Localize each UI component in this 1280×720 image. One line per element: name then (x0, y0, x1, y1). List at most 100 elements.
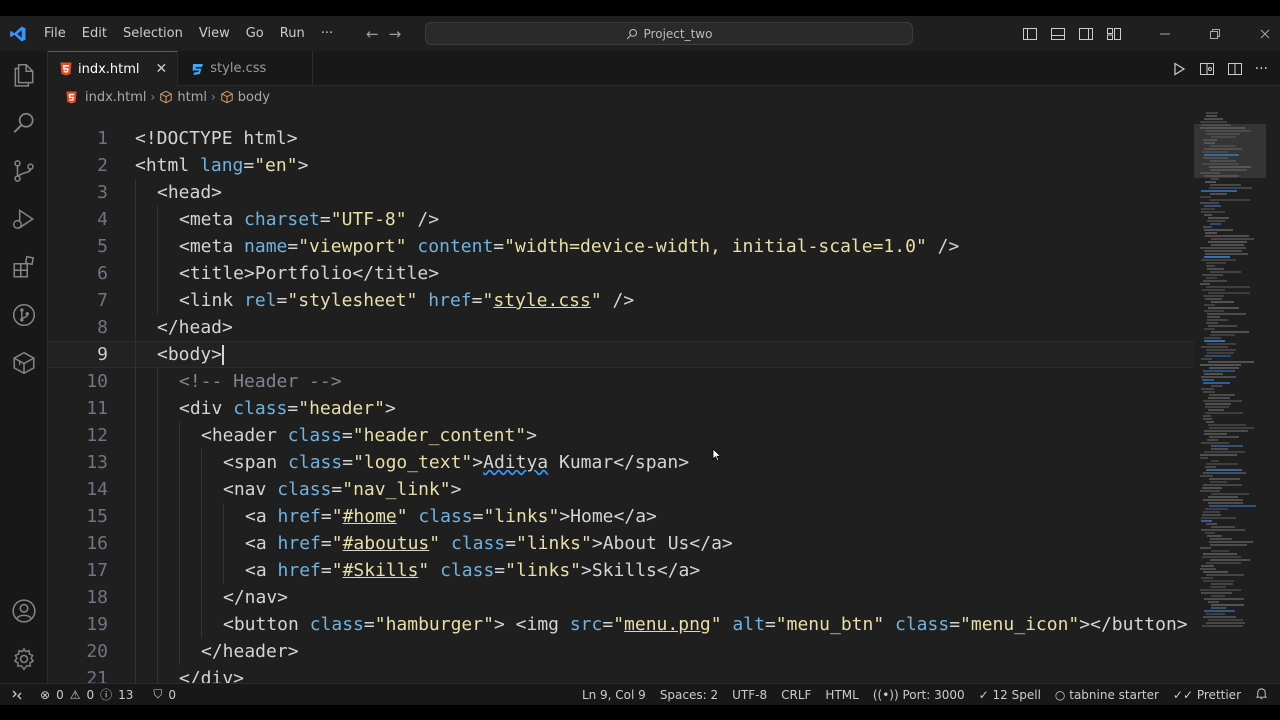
remote-indicator[interactable] (0, 684, 34, 706)
code-line[interactable]: 8 </head> (48, 314, 1194, 341)
menu-view[interactable]: View (191, 16, 238, 51)
code-line[interactable]: 20 </header> (48, 638, 1194, 665)
code-line[interactable]: 10 <!-- Header --> (48, 368, 1194, 395)
info-count[interactable]: 13 (118, 688, 133, 702)
attr-token: class (222, 398, 288, 419)
toggle-sidebar-icon[interactable] (1022, 26, 1038, 42)
encoding[interactable]: UTF-8 (732, 688, 767, 702)
restore-icon[interactable] (1208, 27, 1222, 41)
search-sidebar-icon[interactable] (0, 99, 48, 147)
code-line[interactable]: 12 <header class="header_content"> (48, 422, 1194, 449)
tab-style-css[interactable]: style.css (178, 51, 314, 86)
code-line[interactable]: 7 <link rel="stylesheet" href="style.css… (48, 287, 1194, 314)
account-icon[interactable] (0, 587, 48, 635)
link-token[interactable]: menu.png (624, 614, 711, 635)
error-count[interactable]: 0 (56, 688, 64, 702)
tag-token: </a> (656, 560, 701, 581)
code-line[interactable]: 11 <div class="header"> (48, 395, 1194, 422)
code-line[interactable]: 18 </nav> (48, 584, 1194, 611)
menu-file[interactable]: File (36, 16, 74, 51)
link-token[interactable]: #aboutus (343, 533, 430, 554)
code-line[interactable]: 4 <meta charset="UTF-8" /> (48, 206, 1194, 233)
punct-token: = (494, 560, 506, 581)
minimize-icon[interactable] (1158, 27, 1172, 41)
minimap[interactable] (1194, 108, 1280, 683)
code-line[interactable]: 16 <a href="#aboutus" class="links">Abou… (48, 530, 1194, 557)
package-icon[interactable] (0, 339, 48, 387)
punct-token: = (320, 560, 332, 581)
code-line[interactable]: 2 <html lang="en"> (48, 152, 1194, 179)
breadcrumb-body[interactable]: body (238, 90, 270, 105)
code-line[interactable]: 17 <a href="#Skills" class="links">Skill… (48, 557, 1194, 584)
toggle-secondary-sidebar-icon[interactable] (1078, 26, 1094, 42)
spell-checker[interactable]: ✓ 12 Spell (979, 688, 1041, 702)
tabnine-status[interactable]: ○ tabnine starter (1055, 688, 1159, 702)
link-token[interactable]: #Skills (343, 560, 419, 581)
menu-more[interactable]: ··· (313, 16, 341, 51)
minimap-line (1210, 145, 1236, 147)
ports-count[interactable]: 0 (168, 688, 176, 702)
breadcrumb-file[interactable]: indx.html (85, 90, 147, 105)
notifications-bell-icon[interactable] (1255, 687, 1268, 703)
toggle-panel-icon[interactable] (1050, 26, 1066, 42)
line-ending[interactable]: CRLF (781, 688, 811, 702)
link-token[interactable]: style.css (493, 290, 591, 311)
tag-token: <a (245, 533, 267, 554)
code-line-current[interactable]: 9 <body> (48, 341, 1194, 369)
tag-token: > (493, 614, 516, 635)
prettier-status[interactable]: ✓✓ Prettier (1173, 688, 1241, 702)
code-line[interactable]: 3 <head> (48, 179, 1194, 206)
extensions-icon[interactable] (0, 243, 48, 291)
menu-go[interactable]: Go (238, 16, 272, 51)
tab-indx-html[interactable]: indx.html ✕ (48, 51, 179, 86)
link-token[interactable]: #home (343, 506, 397, 527)
minimap-line (1206, 349, 1236, 351)
close-window-icon[interactable] (1258, 27, 1272, 41)
code-line[interactable]: 6 <title>Portfolio</title> (48, 260, 1194, 287)
code-line[interactable]: 21 </div> (48, 665, 1194, 683)
minimap-line (1209, 436, 1239, 438)
command-center-search[interactable]: Project_two (425, 22, 913, 45)
code-line[interactable]: 14 <nav class="nav_link"> (48, 476, 1194, 503)
minimap-line (1203, 580, 1234, 582)
code-line[interactable]: 13 <span class="logo_text">Aditya Kumar<… (48, 449, 1194, 476)
menu-run[interactable]: Run (272, 16, 313, 51)
split-editor-icon[interactable] (1227, 61, 1243, 77)
code-line[interactable]: 1 <!DOCTYPE html> (48, 125, 1194, 152)
tag-token: </head> (157, 317, 233, 338)
more-actions-icon[interactable]: ··· (1255, 61, 1268, 77)
language-mode[interactable]: HTML (825, 688, 858, 702)
explorer-icon[interactable] (0, 51, 48, 99)
tag-token: <img (515, 614, 559, 635)
indentation[interactable]: Spaces: 2 (660, 688, 718, 702)
minimap-line (1210, 160, 1236, 162)
code-line[interactable]: 15 <a href="#home" class="links">Home</a… (48, 503, 1194, 530)
code-line[interactable]: 5 <meta name="viewport" content="width=d… (48, 233, 1194, 260)
code-editor[interactable]: 1 <!DOCTYPE html> 2 <html lang="en"> 3 <… (48, 108, 1194, 683)
code-line[interactable]: 19 <button class="hamburger"> <img src="… (48, 611, 1194, 638)
live-server-port[interactable]: ((•)) Port: 3000 (873, 688, 965, 702)
breadcrumb-html[interactable]: html (177, 90, 207, 105)
source-control-icon[interactable] (0, 147, 48, 195)
git-graph-icon[interactable] (0, 291, 48, 339)
spell-warning-token[interactable]: Aditya (483, 452, 548, 473)
back-arrow-icon[interactable]: ← (366, 25, 379, 43)
line-number: 8 (97, 317, 108, 338)
settings-gear-icon[interactable] (0, 635, 48, 683)
customize-layout-icon[interactable] (1106, 26, 1122, 42)
punct-token: = (472, 506, 484, 527)
run-debug-icon[interactable] (0, 195, 48, 243)
minimap-line (1204, 214, 1212, 216)
minimap-line (1207, 352, 1234, 354)
close-tab-icon[interactable]: ✕ (156, 61, 168, 77)
warning-count[interactable]: 0 (86, 688, 94, 702)
run-file-icon[interactable] (1171, 61, 1187, 77)
text-token: Portfolio (254, 263, 353, 284)
menu-edit[interactable]: Edit (74, 16, 115, 51)
minimap-line (1206, 262, 1226, 264)
cursor-position[interactable]: Ln 9, Col 9 (582, 688, 646, 702)
forward-arrow-icon[interactable]: → (389, 25, 402, 43)
open-preview-icon[interactable] (1199, 61, 1215, 77)
menu-selection[interactable]: Selection (115, 16, 191, 51)
minimap-line (1211, 331, 1249, 333)
